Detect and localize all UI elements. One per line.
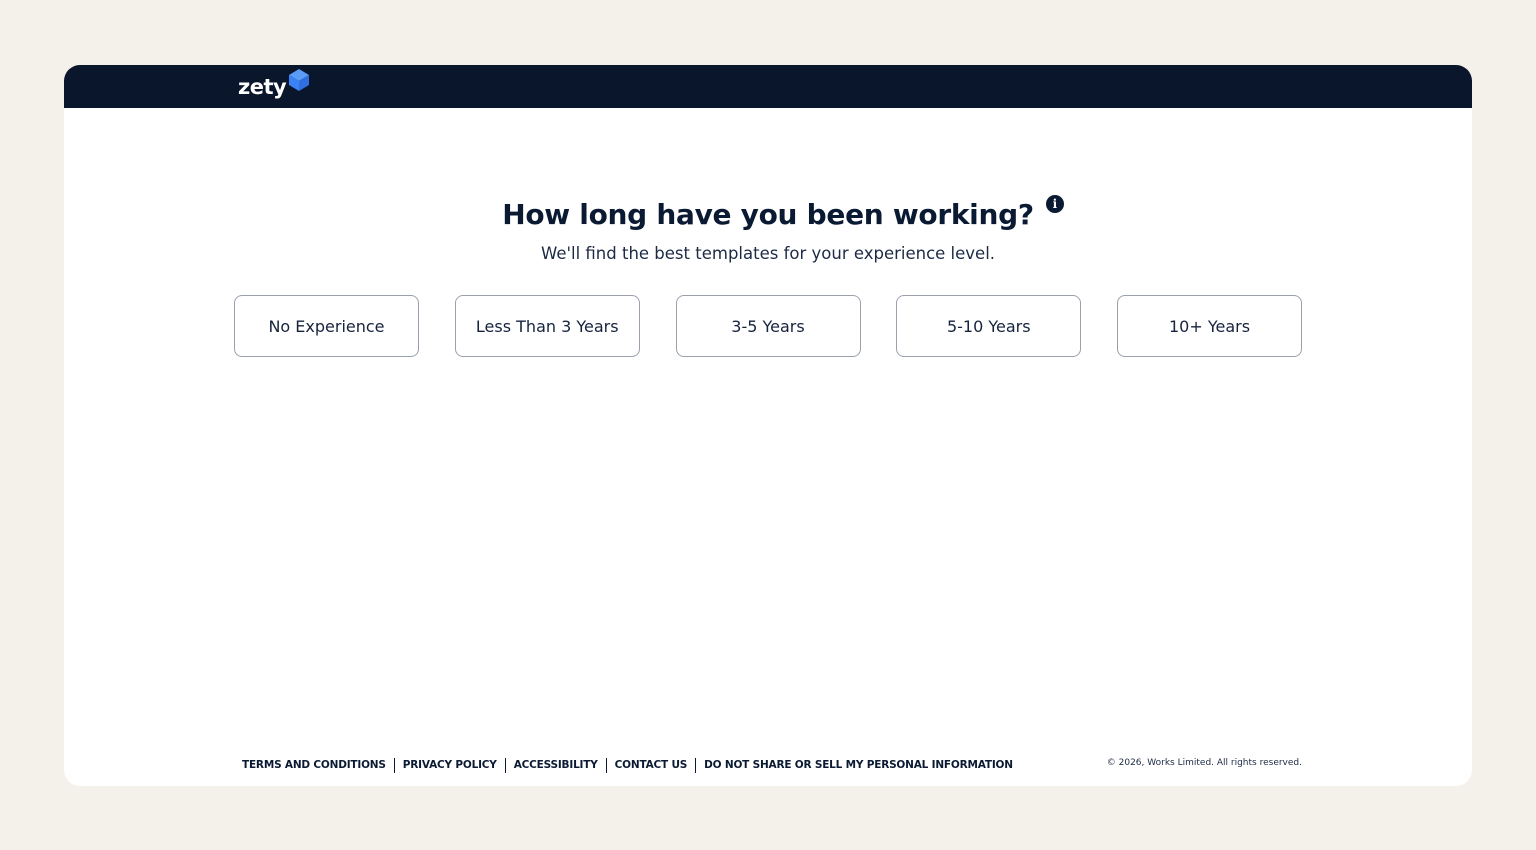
footer-divider bbox=[393, 757, 395, 773]
page-title: How long have you been working? i bbox=[502, 193, 1064, 237]
zety-logo-mark-icon bbox=[287, 67, 310, 97]
main-card: zety How long have you been working? i W… bbox=[64, 65, 1472, 786]
logo-text: zety bbox=[238, 75, 287, 99]
zety-logo[interactable]: zety bbox=[238, 67, 310, 107]
info-icon[interactable]: i bbox=[1045, 195, 1064, 213]
footer-link-do-not-sell[interactable]: DO NOT SHARE OR SELL MY PERSONAL INFORMA… bbox=[704, 759, 1013, 771]
experience-options: No Experience Less Than 3 Years 3-5 Year… bbox=[234, 295, 1302, 359]
page-subtitle: We'll find the best templates for your e… bbox=[540, 244, 996, 263]
option-no-experience[interactable]: No Experience bbox=[234, 295, 419, 357]
option-10-plus-years[interactable]: 10+ Years bbox=[1117, 295, 1302, 357]
top-navigation-bar: zety bbox=[64, 65, 1472, 108]
page-title-text: How long have you been working? bbox=[502, 198, 1034, 231]
footer-links: TERMS AND CONDITIONS PRIVACY POLICY ACCE… bbox=[242, 757, 1013, 773]
footer: TERMS AND CONDITIONS PRIVACY POLICY ACCE… bbox=[242, 755, 1302, 775]
option-5-10-years[interactable]: 5-10 Years bbox=[896, 295, 1082, 357]
option-less-than-3-years[interactable]: Less Than 3 Years bbox=[454, 295, 640, 357]
copyright-text: © 2026, Works Limited. All rights reserv… bbox=[1106, 758, 1302, 768]
footer-link-privacy[interactable]: PRIVACY POLICY bbox=[403, 759, 497, 771]
heading-section: How long have you been working? i bbox=[64, 193, 1472, 237]
footer-divider bbox=[695, 757, 697, 773]
footer-link-accessibility[interactable]: ACCESSIBILITY bbox=[514, 759, 598, 771]
footer-divider bbox=[605, 757, 607, 773]
option-3-5-years[interactable]: 3-5 Years bbox=[675, 295, 861, 357]
footer-link-terms[interactable]: TERMS AND CONDITIONS bbox=[242, 759, 386, 771]
footer-divider bbox=[504, 757, 506, 773]
footer-link-contact[interactable]: CONTACT US bbox=[615, 759, 688, 771]
